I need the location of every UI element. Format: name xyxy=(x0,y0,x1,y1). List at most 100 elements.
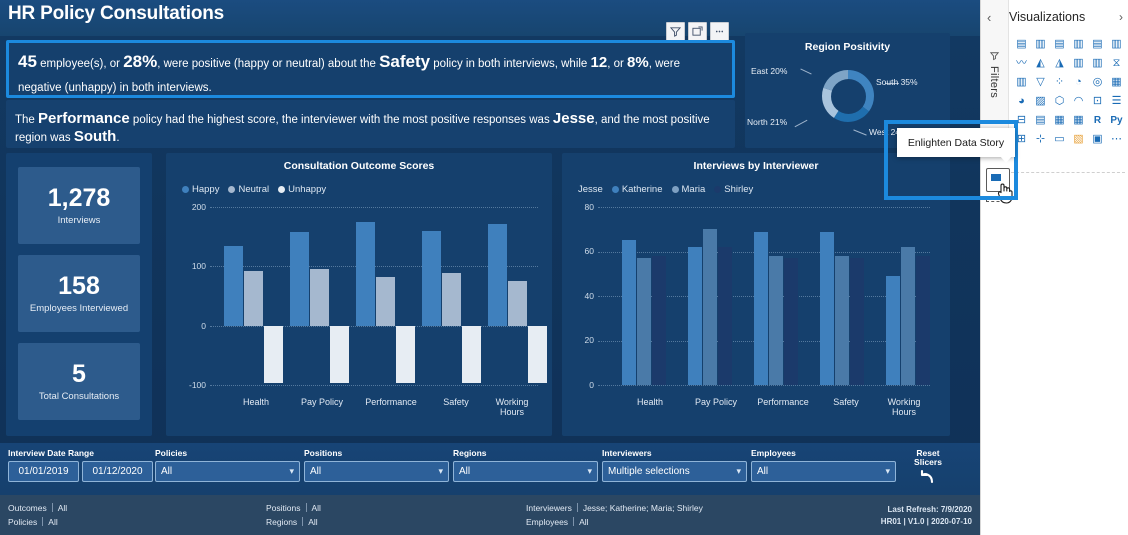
filters-rail[interactable]: ‹ Filters xyxy=(981,0,1009,148)
bar-neutral-safety[interactable] xyxy=(442,273,461,326)
focus-mode-icon[interactable] xyxy=(688,22,707,41)
kpi-card-interviews[interactable]: 1,278 Interviews xyxy=(18,167,140,244)
100-stacked-bar-chart-icon[interactable]: ▤ xyxy=(1089,36,1106,53)
legend-item-maria[interactable]: Maria xyxy=(671,184,705,195)
r-visual-icon[interactable]: R xyxy=(1089,112,1106,129)
smart-narrative-primary[interactable]: 45 employee(s), or 28%, were positive (h… xyxy=(6,40,735,98)
treemap-chart-icon[interactable]: ▦ xyxy=(1108,74,1125,91)
card-icon[interactable]: ⊡ xyxy=(1089,93,1106,110)
slicer-employees[interactable]: Employees All ▾ xyxy=(751,448,896,482)
legend-item-katherine[interactable]: Katherine xyxy=(611,184,663,195)
key-influencers-icon[interactable]: ⊞ xyxy=(1013,131,1030,148)
slicer-dropdown[interactable]: All ▾ xyxy=(751,461,896,482)
bar-happy-health[interactable] xyxy=(224,246,243,326)
more-visuals-icon[interactable]: ⋯ xyxy=(1108,131,1125,148)
bar-katherine-performance[interactable] xyxy=(754,231,768,385)
ribbon-chart-icon[interactable]: ⧖ xyxy=(1108,55,1125,72)
kpi-icon[interactable]: ⊟ xyxy=(1013,112,1030,129)
chart-legend[interactable]: Jesse Katherine Maria Shirley xyxy=(578,184,753,195)
slicer-positions[interactable]: Positions All ▾ xyxy=(304,448,449,482)
stacked-bar-chart-icon[interactable]: ▤ xyxy=(1013,36,1030,53)
more-options-icon[interactable] xyxy=(710,22,729,41)
smart-narrative-icon[interactable]: ▧ xyxy=(1070,131,1087,148)
reset-slicers-button[interactable]: Reset Slicers xyxy=(902,448,954,491)
shape-map-icon[interactable]: ⬡ xyxy=(1051,93,1068,110)
filter-icon[interactable] xyxy=(666,22,685,41)
bar-maria-safety[interactable] xyxy=(835,255,849,385)
bar-shirley-safety[interactable] xyxy=(850,258,864,385)
bar-neutral-working-hours[interactable] xyxy=(508,281,527,326)
interviews-by-interviewer-chart[interactable]: Interviews by Interviewer Jesse Katherin… xyxy=(562,153,950,436)
bar-katherine-pay-policy[interactable] xyxy=(688,247,702,385)
kpi-card-employees-interviewed[interactable]: 158 Employees Interviewed xyxy=(18,255,140,332)
map-icon[interactable]: ▨ xyxy=(1032,93,1049,110)
line-clustered-column-chart-icon[interactable]: ▥ xyxy=(1089,55,1106,72)
legend-item-neutral[interactable]: Neutral xyxy=(228,184,269,195)
matrix-icon[interactable]: ▦ xyxy=(1070,112,1087,129)
line-chart-icon[interactable]: 〰 xyxy=(1013,55,1030,72)
chevron-right-icon[interactable]: › xyxy=(1119,10,1123,24)
bar-maria-pay-policy[interactable] xyxy=(703,229,717,385)
slicer-dropdown[interactable]: All ▾ xyxy=(453,461,598,482)
bar-katherine-safety[interactable] xyxy=(820,231,834,385)
clustered-column-chart-icon[interactable]: ▥ xyxy=(1070,36,1087,53)
legend-item-jesse[interactable]: Jesse xyxy=(578,184,603,195)
consultation-outcome-scores-chart[interactable]: Consultation Outcome Scores Happy Neutra… xyxy=(166,153,552,436)
bar-neutral-pay-policy[interactable] xyxy=(310,269,329,326)
chevron-left-icon[interactable]: ‹ xyxy=(987,10,991,25)
bar-maria-working-hours[interactable] xyxy=(901,247,915,385)
clustered-bar-chart-icon[interactable]: ▤ xyxy=(1051,36,1068,53)
funnel-chart-icon[interactable]: ▽ xyxy=(1032,74,1049,91)
date-start-input[interactable]: 01/01/2019 xyxy=(8,461,79,482)
bar-unhappy-health[interactable] xyxy=(264,326,283,383)
bar-neutral-performance[interactable] xyxy=(376,277,395,326)
bar-happy-performance[interactable] xyxy=(356,222,375,326)
q-and-a-icon[interactable]: ▭ xyxy=(1051,131,1068,148)
bar-maria-performance[interactable] xyxy=(769,255,783,385)
bar-happy-pay-policy[interactable] xyxy=(290,232,309,326)
stacked-column-chart-icon[interactable]: ▥ xyxy=(1032,36,1049,53)
area-chart-icon[interactable]: ◭ xyxy=(1032,55,1049,72)
slicer-dropdown[interactable]: All ▾ xyxy=(304,461,449,482)
100-stacked-column-chart-icon[interactable]: ▥ xyxy=(1108,36,1125,53)
visualization-type-grid[interactable]: ▤ ▥ ▤ ▥ ▤ ▥ 〰 ◭ ◮ ▥ ▥ ⧖ ▥ ▽ ⁘ ◔ ◎ ▦ ◕ ▨ … xyxy=(1013,36,1125,148)
table-icon[interactable]: ▦ xyxy=(1051,112,1068,129)
line-stacked-column-chart-icon[interactable]: ▥ xyxy=(1070,55,1087,72)
bar-katherine-health[interactable] xyxy=(622,240,636,385)
chart-legend[interactable]: Happy Neutral Unhappy xyxy=(182,184,326,195)
legend-item-happy[interactable]: Happy xyxy=(182,184,219,195)
slicer-dropdown[interactable]: Multiple selections ▾ xyxy=(602,461,747,482)
multi-row-card-icon[interactable]: ☰ xyxy=(1108,93,1125,110)
gauge-chart-icon[interactable]: ◠ xyxy=(1070,93,1087,110)
donut-chart-icon[interactable]: ◎ xyxy=(1089,74,1106,91)
slicer-icon[interactable]: ▤ xyxy=(1032,112,1049,129)
bar-maria-health[interactable] xyxy=(637,258,651,385)
kpi-card-total-consultations[interactable]: 5 Total Consultations xyxy=(18,343,140,420)
filters-pane-label[interactable]: Filters xyxy=(988,66,1000,98)
bar-unhappy-pay-policy[interactable] xyxy=(330,326,349,383)
slicer-dropdown[interactable]: All ▾ xyxy=(155,461,300,482)
bar-happy-safety[interactable] xyxy=(422,231,441,326)
bar-unhappy-performance[interactable] xyxy=(396,326,415,383)
python-visual-icon[interactable]: Py xyxy=(1108,112,1125,129)
scatter-chart-icon[interactable]: ⁘ xyxy=(1051,74,1068,91)
enlighten-data-story-button[interactable] xyxy=(980,168,1014,208)
smart-narrative-secondary[interactable]: The Performance policy had the highest s… xyxy=(6,100,735,148)
bar-unhappy-working-hours[interactable] xyxy=(528,326,547,383)
waterfall-chart-icon[interactable]: ▥ xyxy=(1013,74,1030,91)
bar-shirley-health[interactable] xyxy=(652,255,666,385)
bar-happy-working-hours[interactable] xyxy=(488,224,507,326)
slicer-interview-date-range[interactable]: Interview Date Range 01/01/2019 01/12/20… xyxy=(8,448,154,482)
filled-map-icon[interactable]: ◕ xyxy=(1013,93,1030,110)
stacked-area-chart-icon[interactable]: ◮ xyxy=(1051,55,1068,72)
bar-shirley-working-hours[interactable] xyxy=(916,255,930,385)
pie-chart-icon[interactable]: ◔ xyxy=(1070,74,1087,91)
legend-item-shirley[interactable]: Shirley xyxy=(714,184,753,195)
bar-katherine-working-hours[interactable] xyxy=(886,276,900,385)
decomposition-tree-icon[interactable]: ⊹ xyxy=(1032,131,1049,148)
bar-neutral-health[interactable] xyxy=(244,271,263,326)
slicer-interviewers[interactable]: Interviewers Multiple selections ▾ xyxy=(602,448,747,482)
bar-shirley-performance[interactable] xyxy=(784,258,798,385)
bar-shirley-pay-policy[interactable] xyxy=(718,247,732,385)
bar-unhappy-safety[interactable] xyxy=(462,326,481,383)
